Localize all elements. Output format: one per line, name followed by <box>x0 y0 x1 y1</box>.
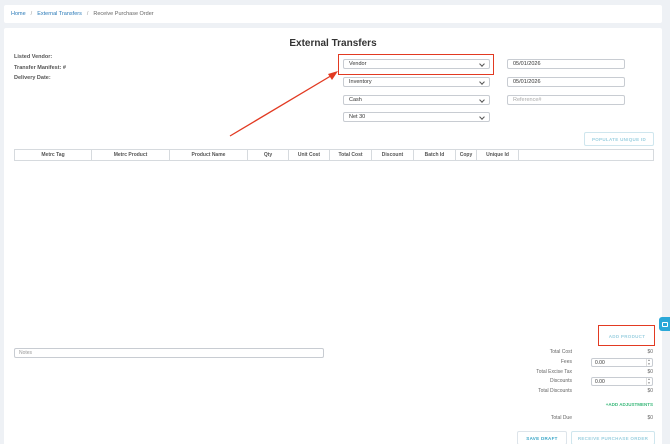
fees-input[interactable]: 0.00 ▲ ▼ <box>591 358 653 367</box>
total-excise-tax-label: Total Excise Tax <box>536 369 572 375</box>
page-title: External Transfers <box>289 38 377 49</box>
notes-placeholder: Notes <box>19 350 33 356</box>
total-discounts-value: $0 <box>647 388 653 394</box>
column-header: Unit Cost <box>289 150 330 160</box>
vendor-select-value: Vendor <box>349 61 367 67</box>
products-table-header: Metrc Tag Metrc Product Product Name Qty… <box>14 149 654 161</box>
column-header: Total Cost <box>330 150 372 160</box>
listed-vendor-label: Listed Vendor: <box>14 54 53 60</box>
discounts-value: 0.00 <box>595 378 605 385</box>
add-product-button[interactable]: ADD PRODUCT <box>602 329 652 343</box>
payment-method-select[interactable]: Cash <box>343 95 490 105</box>
discounts-stepper-icon[interactable]: ▲ ▼ <box>646 377 651 385</box>
fees-stepper-icon[interactable]: ▲ ▼ <box>646 358 651 366</box>
vendor-select[interactable]: Vendor <box>343 59 490 69</box>
column-header: Qty <box>248 150 289 160</box>
breadcrumb-separator: / <box>30 11 33 17</box>
transfer-manifest-label: Transfer Manifest: # <box>14 65 66 71</box>
column-header: Discount <box>372 150 414 160</box>
date-field-2-value: 05/01/2026 <box>513 79 541 85</box>
column-header: Batch Id <box>414 150 456 160</box>
column-header: Metrc Product <box>92 150 170 160</box>
column-header: Unique Id <box>477 150 519 160</box>
add-adjustments-link[interactable]: +ADD ADJUSTMENTS <box>606 402 653 407</box>
breadcrumb-external-transfers-link[interactable]: External Transfers <box>37 11 82 17</box>
column-header: Copy <box>456 150 477 160</box>
date-field-1[interactable]: 05/01/2026 <box>507 59 625 69</box>
total-due-label: Total Due <box>550 415 572 421</box>
total-due-value: $0 <box>647 415 653 421</box>
fees-label: Fees <box>560 359 572 365</box>
reference-placeholder: Reference# <box>513 97 542 103</box>
total-cost-value: $0 <box>647 349 653 355</box>
date-field-2[interactable]: 05/01/2026 <box>507 77 625 87</box>
column-header: Metrc Tag <box>15 150 92 160</box>
total-discounts-label: Total Discounts <box>538 388 572 394</box>
chat-widget-button[interactable] <box>659 317 670 331</box>
reference-input[interactable]: Reference# <box>507 95 625 105</box>
chat-icon <box>661 321 668 327</box>
notes-input[interactable]: Notes <box>14 348 324 358</box>
total-cost-label: Total Cost <box>549 349 572 355</box>
receive-purchase-order-button[interactable]: RECEIVE PURCHASE ORDER <box>571 431 655 444</box>
column-header: Product Name <box>170 150 248 160</box>
payment-method-value: Cash <box>349 97 362 103</box>
populate-unique-id-button[interactable]: POPULATE UNIQUE ID <box>584 132 654 146</box>
breadcrumb-home-link[interactable]: Home <box>11 11 26 17</box>
main-panel: External Transfers Listed Vendor: Transf… <box>4 28 662 444</box>
inventory-select[interactable]: Inventory <box>343 77 490 87</box>
breadcrumb-current: Receive Purchase Order <box>93 11 154 17</box>
breadcrumb-separator: / <box>86 11 89 17</box>
annotation-arrow-icon <box>229 71 338 137</box>
date-field-1-value: 05/01/2026 <box>513 61 541 67</box>
fees-value: 0.00 <box>595 359 605 366</box>
breadcrumb: Home / External Transfers / Receive Purc… <box>4 5 662 23</box>
inventory-select-value: Inventory <box>349 79 372 85</box>
total-excise-tax-value: $0 <box>647 369 653 375</box>
save-draft-button[interactable]: SAVE DRAFT <box>517 431 567 444</box>
terms-value: Net 30 <box>349 114 366 120</box>
discounts-label: Discounts <box>550 378 572 384</box>
discounts-input[interactable]: 0.00 ▲ ▼ <box>591 377 653 386</box>
terms-select[interactable]: Net 30 <box>343 112 490 122</box>
delivery-date-label: Delivery Date: <box>14 75 51 81</box>
column-header <box>519 150 653 160</box>
